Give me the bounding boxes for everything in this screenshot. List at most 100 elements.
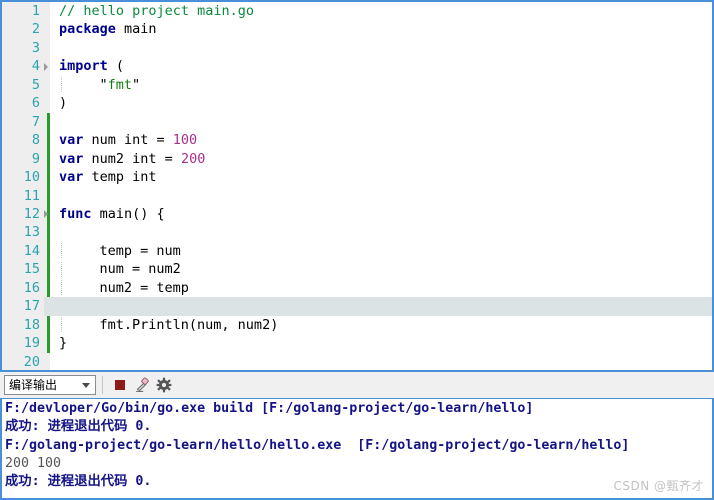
- gutter-spacer: [44, 20, 57, 39]
- code-line-text[interactable]: var num int = 100: [57, 131, 712, 150]
- code-token-plain: num int =: [83, 132, 173, 149]
- code-token-keyword: var: [59, 150, 84, 167]
- code-token-punct: ": [132, 76, 141, 93]
- line-number: 14: [2, 241, 44, 261]
- code-line-row[interactable]: 13: [2, 223, 712, 242]
- code-line-text[interactable]: [57, 112, 712, 132]
- eraser-icon: [136, 377, 149, 392]
- change-marker-bar: [44, 223, 57, 242]
- change-marker-bar: [44, 297, 57, 316]
- line-number: 11: [2, 186, 44, 205]
- clear-output-button[interactable]: [131, 375, 153, 395]
- code-line-row[interactable]: 7: [2, 112, 712, 132]
- code-line-row[interactable]: 18 fmt.Println(num, num2): [2, 315, 712, 335]
- toolbar-divider: [102, 376, 103, 394]
- code-line-text[interactable]: [57, 186, 712, 205]
- indent-guide: [61, 261, 62, 277]
- line-number: 10: [2, 168, 44, 187]
- stop-process-button[interactable]: [109, 375, 131, 395]
- code-token-plain: fmt.Println(num, num2): [67, 316, 279, 333]
- code-line-text[interactable]: temp = num: [57, 241, 712, 261]
- code-line-text[interactable]: [57, 352, 712, 370]
- code-line-text[interactable]: import (: [57, 57, 712, 76]
- code-line-text[interactable]: }: [57, 334, 712, 353]
- line-number: 7: [2, 112, 44, 132]
- line-number: 8: [2, 131, 44, 150]
- code-line-row[interactable]: 3: [2, 38, 712, 58]
- line-number: 19: [2, 334, 44, 353]
- code-line-row[interactable]: 8 var num int = 100: [2, 131, 712, 150]
- code-token-plain: main() {: [91, 205, 165, 222]
- code-lines-table: 1 // hello project main.go 2 package main 3 4…: [2, 2, 712, 370]
- change-marker-bar: [44, 241, 57, 261]
- build-output-console[interactable]: F:/devloper/Go/bin/go.exe build [F:/gola…: [0, 398, 714, 500]
- code-token-plain: num2 = temp: [67, 279, 189, 296]
- code-line-row[interactable]: 16 num2 = temp: [2, 278, 712, 298]
- code-token-plain: num = num2: [67, 261, 181, 278]
- output-settings-button[interactable]: [153, 375, 175, 395]
- line-number: 9: [2, 149, 44, 169]
- watermark-label: CSDN @甄齐才: [613, 479, 704, 493]
- change-marker-bar: [44, 204, 57, 224]
- code-line-text[interactable]: [57, 38, 712, 58]
- code-token-string: fmt: [107, 76, 133, 93]
- code-line-text[interactable]: func main() {: [57, 204, 712, 224]
- code-line-text[interactable]: fmt.Println(num, num2): [57, 315, 712, 335]
- code-line-row[interactable]: 12 func main() {: [2, 204, 712, 224]
- code-line-text[interactable]: "fmt": [57, 75, 712, 95]
- code-line-row[interactable]: 9 var num2 int = 200: [2, 149, 712, 169]
- code-token-plain: temp = num: [67, 242, 181, 259]
- code-token-keyword: import: [59, 58, 108, 75]
- console-line: 200 100: [5, 455, 62, 471]
- console-line: F:/golang-project/go-learn/hello/hello.e…: [5, 437, 630, 453]
- code-line-text[interactable]: [57, 297, 712, 316]
- line-number: 2: [2, 20, 44, 39]
- indent-guide: [61, 77, 62, 93]
- output-target-label: 编译输出: [9, 378, 58, 392]
- change-marker-bar: [44, 168, 57, 187]
- code-editor-panel[interactable]: 1 // hello project main.go 2 package main 3 4…: [0, 0, 714, 372]
- code-token-number: 100: [172, 132, 198, 149]
- chevron-down-icon: [82, 382, 90, 388]
- code-line-row[interactable]: 10 var temp int: [2, 168, 712, 187]
- fold-triangle-icon[interactable]: [44, 210, 48, 219]
- code-line-row[interactable]: 15 num = num2: [2, 260, 712, 279]
- code-line-row[interactable]: 19}: [2, 334, 712, 353]
- code-line-row[interactable]: 14 temp = num: [2, 241, 712, 261]
- gutter-spacer: [44, 352, 57, 370]
- indent-guide: [61, 243, 62, 259]
- code-line-text[interactable]: ): [57, 94, 712, 113]
- code-line-row[interactable]: 11: [2, 186, 712, 205]
- code-token-plain: }: [59, 335, 68, 352]
- code-line-row[interactable]: 20: [2, 352, 712, 370]
- line-number: 1: [2, 2, 44, 21]
- code-line-text[interactable]: var num2 int = 200: [57, 149, 712, 169]
- code-line-row[interactable]: 17: [2, 297, 712, 316]
- change-marker-bar: [44, 278, 57, 298]
- line-number: 12: [2, 204, 44, 224]
- console-line: 成功: 进程退出代码 0.: [5, 474, 152, 490]
- code-line-text[interactable]: var temp int: [57, 168, 712, 187]
- code-line-text[interactable]: // hello project main.go: [57, 2, 712, 21]
- gutter-spacer: [44, 2, 57, 21]
- code-line-text[interactable]: package main: [57, 20, 712, 39]
- code-line-row[interactable]: 2 package main: [2, 20, 712, 39]
- line-number: 18: [2, 315, 44, 335]
- ide-window: 1 // hello project main.go 2 package main 3 4…: [0, 0, 714, 500]
- line-number: 17: [2, 297, 44, 316]
- code-line-row[interactable]: 6): [2, 94, 712, 113]
- code-line-row[interactable]: 5 "fmt": [2, 75, 712, 95]
- code-token-keyword: var: [59, 169, 84, 186]
- code-token-punct: ): [59, 95, 68, 112]
- code-line-text[interactable]: num2 = temp: [57, 278, 712, 298]
- fold-triangle-icon[interactable]: [44, 62, 48, 71]
- code-line-row[interactable]: 4 import (: [2, 57, 712, 76]
- indent-guide: [61, 280, 62, 296]
- output-target-select[interactable]: 编译输出: [4, 375, 96, 395]
- editor-scroll-area[interactable]: 1 // hello project main.go 2 package main 3 4…: [2, 2, 712, 370]
- code-line-row[interactable]: 1 // hello project main.go: [2, 2, 712, 21]
- code-token-plain: temp int: [83, 169, 157, 186]
- code-line-text[interactable]: num = num2: [57, 260, 712, 279]
- line-number: 6: [2, 94, 44, 113]
- code-line-text[interactable]: [57, 223, 712, 242]
